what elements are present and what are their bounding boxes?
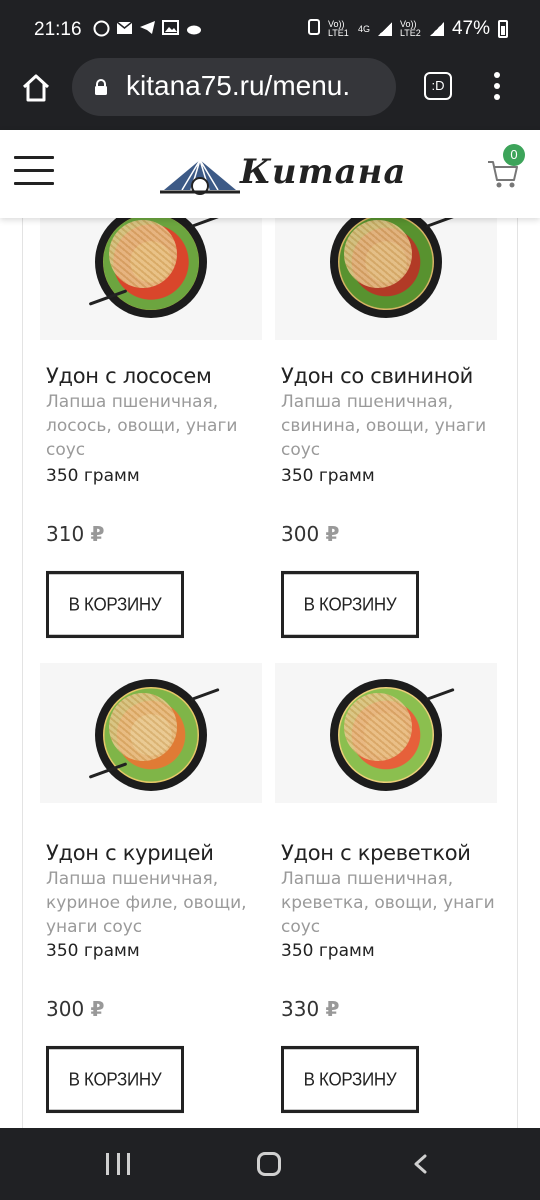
recent-apps-icon[interactable] — [106, 1153, 130, 1175]
udon-bowl-image — [95, 218, 207, 318]
product-description: Лапша пшеничная, куриное филе, овощи, ун… — [46, 869, 247, 937]
currency-icon: ₽ — [90, 522, 105, 546]
product-description: Лапша пшеничная, лосось, овощи, унаги со… — [46, 392, 238, 460]
price-value: 330 — [281, 997, 320, 1021]
signal-icon-1 — [377, 22, 392, 36]
product-image[interactable] — [275, 663, 497, 803]
fan-logo-icon — [160, 159, 240, 195]
hamburger-menu-icon[interactable] — [14, 156, 54, 186]
product-title[interactable]: Удон со свининой — [281, 364, 473, 388]
product-card: Удон с лососем Лапша пшеничная, лосось, … — [40, 218, 276, 640]
lock-icon — [94, 79, 108, 95]
product-title[interactable]: Удон с креветкой — [281, 841, 471, 865]
back-icon[interactable] — [412, 1154, 428, 1174]
product-title[interactable]: Удон с лососем — [46, 364, 212, 388]
site-logo[interactable]: Китана — [160, 148, 405, 200]
product-title[interactable]: Удон с курицей — [46, 841, 214, 865]
add-to-cart-button[interactable]: В КОРЗИНУ — [281, 570, 419, 639]
address-bar[interactable]: kitana75.ru/menu. — [72, 58, 396, 116]
currency-icon: ₽ — [90, 997, 105, 1021]
net2-label: Vo)) LTE2 — [399, 19, 421, 38]
viber-icon — [93, 20, 110, 37]
system-nav-bar — [0, 1128, 540, 1200]
more-options-icon[interactable] — [490, 72, 504, 102]
price-value: 310 — [46, 522, 85, 546]
system-icons: Vo)) LTE1 4G Vo)) LTE2 47% — [307, 18, 508, 40]
product-weight: 350 грамм — [46, 466, 140, 486]
product-image[interactable] — [275, 218, 497, 340]
price-value: 300 — [46, 997, 85, 1021]
menu-content: Удон с лососем Лапша пшеничная, лосось, … — [0, 218, 540, 1128]
signal-icon-2 — [429, 22, 444, 36]
udon-bowl-image — [95, 679, 207, 791]
tabs-button[interactable]: :D — [424, 72, 452, 100]
browser-toolbar: kitana75.ru/menu. :D — [0, 58, 540, 130]
net1-label: Vo)) LTE1 — [327, 19, 349, 38]
url-text: kitana75.ru/menu. — [126, 70, 351, 101]
price-value: 300 — [281, 522, 320, 546]
product-card: Удон с креветкой Лапша пшеничная, кревет… — [275, 663, 511, 1114]
product-image[interactable] — [40, 663, 262, 803]
udon-bowl-image — [330, 218, 442, 318]
cart-count-badge: 0 — [503, 144, 525, 166]
gallery-icon — [162, 20, 179, 35]
product-card: Удон с курицей Лапша пшеничная, куриное … — [40, 663, 276, 1114]
product-price: 330 ₽ — [281, 997, 339, 1021]
logo-text: Китана — [240, 152, 407, 192]
home-icon[interactable] — [20, 72, 52, 104]
product-weight: 350 грамм — [46, 941, 140, 961]
currency-icon: ₽ — [325, 997, 340, 1021]
product-weight: 350 грамм — [281, 941, 375, 961]
product-card: Удон со свининой Лапша пшеничная, свинин… — [275, 218, 511, 640]
notification-icons — [93, 20, 202, 37]
add-to-cart-button[interactable]: В КОРЗИНУ — [281, 1045, 419, 1114]
net-type-label: 4G — [357, 23, 370, 34]
product-price: 310 ₽ — [46, 522, 104, 546]
cloud-icon — [185, 20, 202, 35]
add-to-cart-button[interactable]: В КОРЗИНУ — [46, 1045, 184, 1114]
telegram-icon — [139, 20, 156, 35]
currency-icon: ₽ — [325, 522, 340, 546]
product-description: Лапша пшеничная, свинина, овощи, унаги с… — [281, 392, 487, 460]
product-description: Лапша пшеничная, креветка, овощи, унаги … — [281, 869, 495, 937]
sim-icon — [307, 19, 320, 39]
battery-icon — [498, 20, 508, 38]
product-image[interactable] — [40, 218, 262, 340]
battery-percent: 47% — [451, 18, 490, 39]
add-to-cart-button[interactable]: В КОРЗИНУ — [46, 570, 184, 639]
site-header: Китана — [0, 130, 540, 218]
udon-bowl-image — [330, 679, 442, 791]
mail-icon — [116, 20, 133, 35]
product-price: 300 ₽ — [46, 997, 104, 1021]
home-nav-icon[interactable] — [257, 1152, 281, 1176]
product-weight: 350 грамм — [281, 466, 375, 486]
status-bar: 21:16 Vo)) LTE1 4G Vo)) LTE2 47% — [0, 0, 540, 58]
product-price: 300 ₽ — [281, 522, 339, 546]
status-time: 21:16 — [34, 19, 82, 40]
